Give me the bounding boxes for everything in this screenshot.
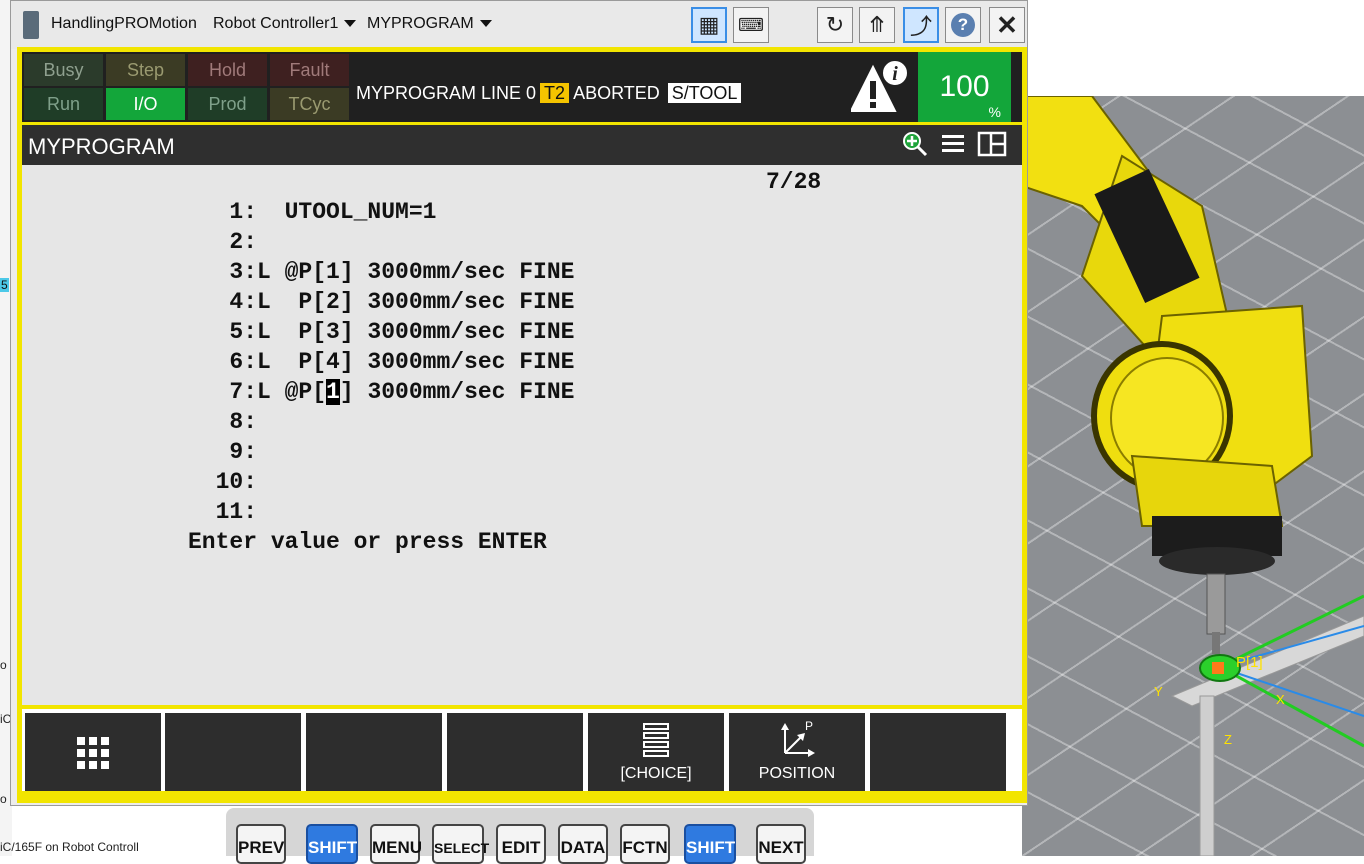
program-line-3[interactable]: 3:L @P[1] 3000mm/sec FINE xyxy=(188,259,574,285)
pendant-icon xyxy=(23,11,39,39)
svg-text:i: i xyxy=(892,63,898,85)
edit-key[interactable]: EDIT xyxy=(496,824,546,864)
override-value: 100 xyxy=(939,70,990,103)
point-label: P[1] xyxy=(1236,654,1263,671)
lamp-hold: Hold xyxy=(188,54,267,86)
fkey-f2[interactable] xyxy=(306,713,442,791)
fkey-position[interactable]: P POSITION xyxy=(729,713,865,791)
fkey-f6[interactable] xyxy=(870,713,1006,791)
axis-label-y: Y xyxy=(1154,684,1163,699)
program-line-9[interactable]: 9: xyxy=(188,439,257,465)
lamp-io: I/O xyxy=(106,88,185,120)
lamp-fault: Fault xyxy=(270,54,349,86)
pendant-icon: ▦ xyxy=(698,12,720,37)
undock-icon: ⤴ xyxy=(909,14,932,39)
fkey-label: [CHOICE] xyxy=(620,765,692,782)
zoom-in-icon[interactable] xyxy=(902,131,928,157)
program-menu-label: MYPROGRAM xyxy=(367,15,474,32)
fkey-f3[interactable] xyxy=(447,713,583,791)
shift-key-left[interactable]: SHIFT xyxy=(306,824,358,864)
program-line-11[interactable]: 11: xyxy=(188,499,257,525)
program-menu[interactable]: MYPROGRAM xyxy=(367,15,492,33)
robot-3d-viewport[interactable]: P[1] Y X Z xyxy=(1022,96,1364,856)
keyboard-button[interactable]: ⌨ xyxy=(733,7,769,43)
line-7-tail: ] 3000mm/sec FINE xyxy=(339,379,575,405)
teach-pendant-window: HandlingPROMotion Robot Controller1 MYPR… xyxy=(10,0,1028,806)
menu-key[interactable]: MENU xyxy=(370,824,422,864)
fkey-choice[interactable]: [CHOICE] xyxy=(588,713,724,791)
position-axes-icon: P xyxy=(781,719,815,757)
choice-list-icon xyxy=(643,723,669,757)
line-position-indicator: 7/28 xyxy=(766,169,822,195)
shift-key-right[interactable]: SHIFT xyxy=(684,824,736,864)
background-fragment: 5 xyxy=(0,278,9,292)
program-line-8[interactable]: 8: xyxy=(188,409,257,435)
chevron-down-icon xyxy=(344,20,357,28)
undock-button[interactable]: ⤴ xyxy=(903,7,939,43)
controller-menu[interactable]: Robot Controller1 xyxy=(213,15,357,33)
fkey-label: POSITION xyxy=(758,765,836,782)
background-fragment: o xyxy=(0,792,7,806)
program-line-7[interactable]: 7:L @P[1] 3000mm/sec FINE xyxy=(188,379,574,405)
program-state: ABORTED xyxy=(573,83,660,103)
app-name: HandlingPROMotion xyxy=(51,15,197,32)
background-fragment: o xyxy=(0,658,7,672)
refresh-icon: ↻ xyxy=(825,12,845,37)
program-editor[interactable]: 7/28 1: UTOOL_NUM=1 2: 3:L @P[1] 3000mm/… xyxy=(22,165,1022,705)
program-line-10[interactable]: 10: xyxy=(188,469,257,495)
grid-menu-icon xyxy=(77,737,109,769)
title-bar: HandlingPROMotion Robot Controller1 MYPR… xyxy=(11,1,1027,49)
override-unit: % xyxy=(988,104,1001,120)
split-window-icon[interactable] xyxy=(977,131,1007,162)
override-display[interactable]: 100 % xyxy=(918,52,1011,122)
mode-badge: T2 xyxy=(540,83,570,103)
program-line-2[interactable]: 2: xyxy=(188,229,257,255)
data-key[interactable]: DATA xyxy=(558,824,608,864)
function-key-bar: [CHOICE] P POSITION xyxy=(22,709,1022,791)
svg-text:P: P xyxy=(805,719,813,733)
close-icon: ✕ xyxy=(996,9,1018,40)
lamp-step: Step xyxy=(106,54,185,86)
edit-cursor[interactable]: 1 xyxy=(326,379,340,405)
help-icon: ? xyxy=(951,13,975,37)
lamp-run: Run xyxy=(24,88,103,120)
next-key[interactable]: NEXT xyxy=(756,824,806,864)
program-status-line: MYPROGRAM LINE 0 T2 ABORTED S/TOOL xyxy=(356,83,742,104)
program-line-5[interactable]: 5:L P[3] 3000mm/sec FINE xyxy=(188,319,574,345)
robot-model xyxy=(1022,96,1364,856)
line-7-head: 7:L @P[ xyxy=(188,379,327,405)
refresh-button[interactable]: ↻ xyxy=(817,7,853,43)
background-fragment: iC/165F on Robot Controll xyxy=(0,840,139,854)
axis-label-x: X xyxy=(1276,692,1285,707)
select-key[interactable]: SELECT xyxy=(432,824,489,864)
alarm-info-icon[interactable]: i xyxy=(849,59,911,115)
menu-list-icon[interactable] xyxy=(940,131,966,162)
lamp-prod: Prod xyxy=(188,88,267,120)
input-prompt: Enter value or press ENTER xyxy=(188,529,547,555)
pendant-view-button[interactable]: ▦ xyxy=(691,7,727,43)
close-button[interactable]: ✕ xyxy=(989,7,1025,43)
pin-icon: ⤊ xyxy=(867,12,887,37)
chevron-down-icon xyxy=(479,20,492,28)
frame-badge: S/TOOL xyxy=(667,83,742,103)
controller-label: Robot Controller1 xyxy=(213,15,339,32)
program-line-text: MYPROGRAM LINE 0 xyxy=(356,83,537,103)
prev-key[interactable]: PREV xyxy=(236,824,286,864)
axis-label-z: Z xyxy=(1224,732,1232,747)
viewport-top-area xyxy=(1022,0,1364,96)
program-header: MYPROGRAM xyxy=(22,125,1022,165)
program-line-4[interactable]: 4:L P[2] 3000mm/sec FINE xyxy=(188,289,574,315)
help-button[interactable]: ? xyxy=(945,7,981,43)
pin-button[interactable]: ⤊ xyxy=(859,7,895,43)
program-line-6[interactable]: 6:L P[4] 3000mm/sec FINE xyxy=(188,349,574,375)
program-line-1[interactable]: 1: UTOOL_NUM=1 xyxy=(188,199,436,225)
keyboard-icon: ⌨ xyxy=(738,14,764,35)
fkey-f1[interactable] xyxy=(165,713,301,791)
lamp-tcyc: TCyc xyxy=(270,88,349,120)
hard-key-bar: PREV SHIFT MENU SELECT EDIT DATA FCTN SH… xyxy=(226,808,814,864)
lamp-busy: Busy xyxy=(24,54,103,86)
fctn-key[interactable]: FCTN xyxy=(620,824,670,864)
program-title: MYPROGRAM xyxy=(28,134,175,159)
fkey-menu-grid[interactable] xyxy=(25,713,161,791)
